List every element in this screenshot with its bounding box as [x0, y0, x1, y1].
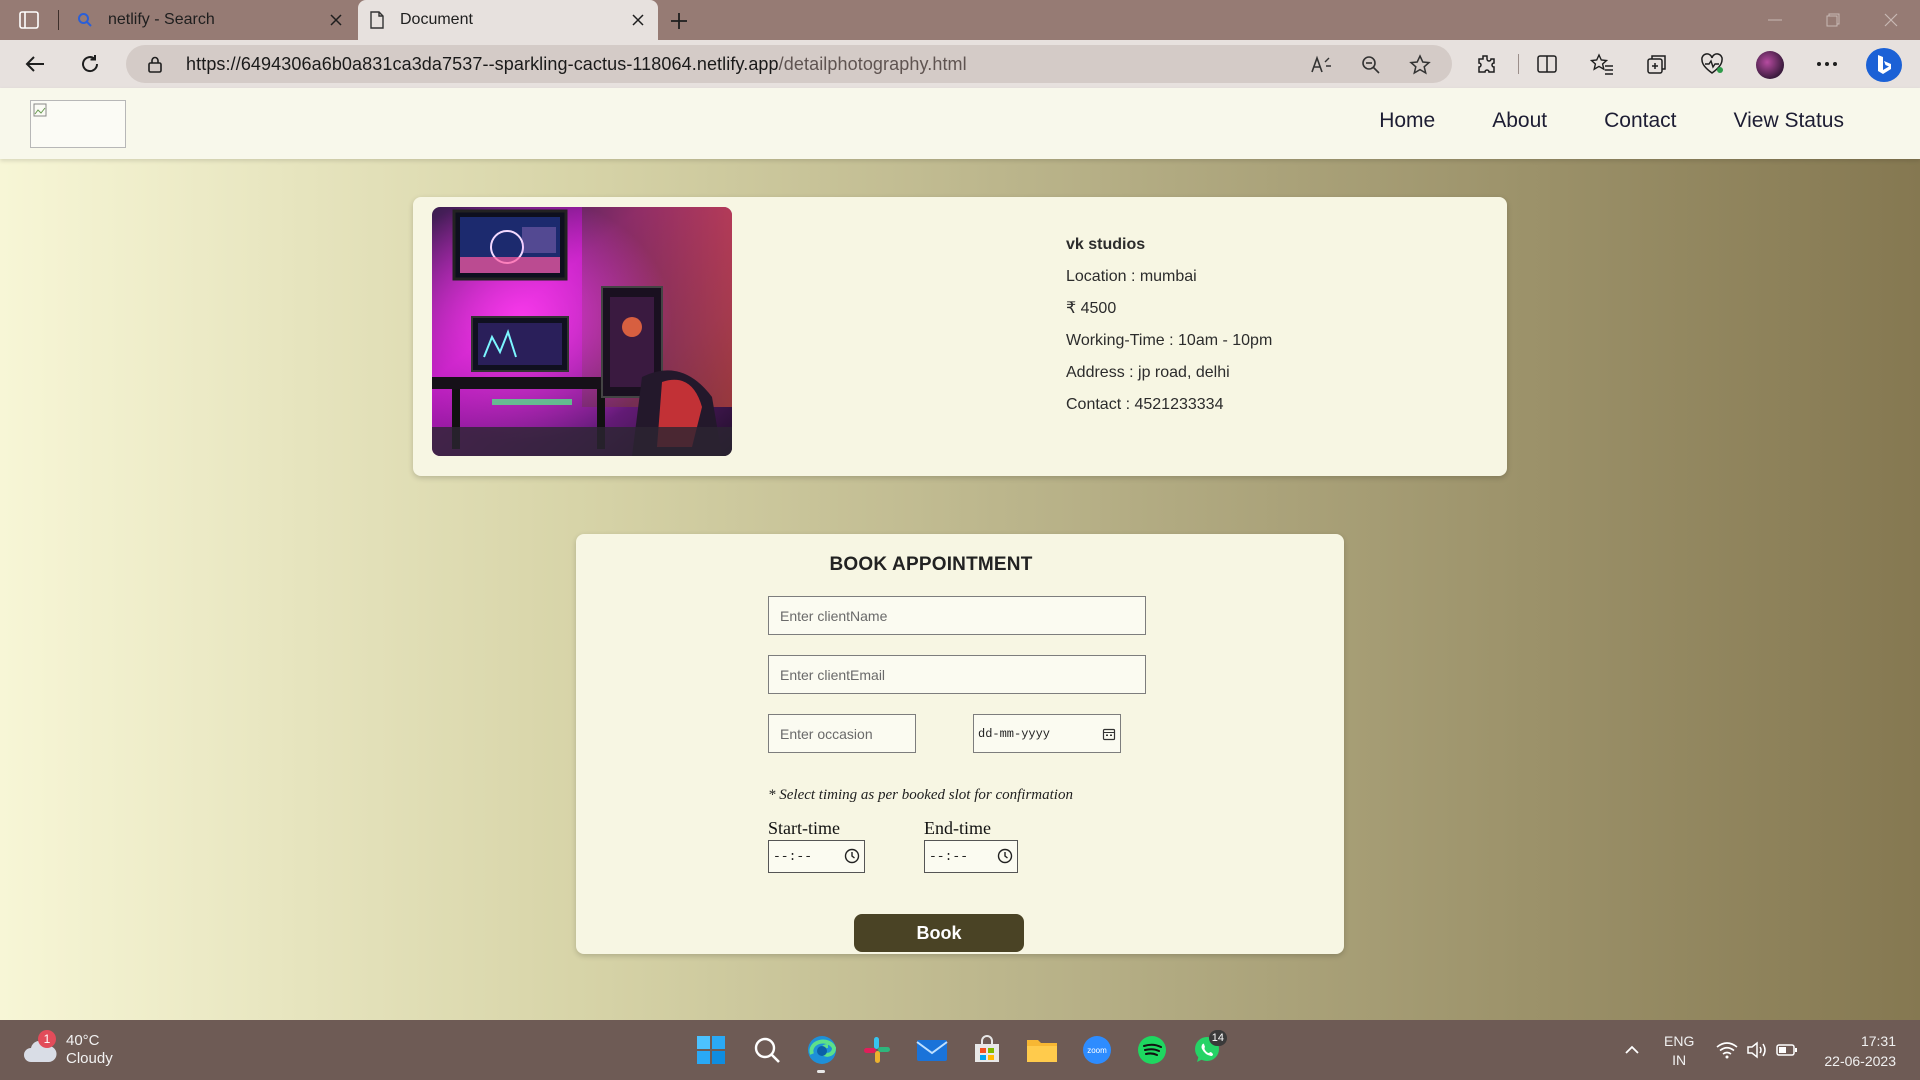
studio-location: Location : mumbai [1066, 268, 1197, 285]
region-code: IN [1672, 1052, 1687, 1068]
minimize-icon[interactable] [1762, 8, 1788, 32]
end-time-label: End-time [924, 818, 991, 838]
tab-divider [58, 10, 59, 30]
studio-photo [432, 207, 732, 456]
weather-temp: 40°C [66, 1032, 100, 1049]
slack-icon[interactable] [859, 1032, 895, 1068]
client-name-input[interactable] [768, 596, 1146, 635]
occasion-input[interactable] [768, 714, 916, 753]
collections-icon[interactable] [1645, 52, 1669, 76]
taskbar-search-icon[interactable] [749, 1032, 785, 1068]
url-text: https://6494306a6b0a831ca3da7537--sparkl… [186, 54, 967, 74]
broken-image-icon [33, 103, 47, 117]
zoom-icon[interactable] [1360, 54, 1382, 76]
spotify-icon[interactable] [1134, 1032, 1170, 1068]
tab-document[interactable]: Document [358, 0, 658, 40]
file-explorer-icon[interactable] [1024, 1032, 1060, 1068]
client-email-input[interactable] [768, 655, 1146, 694]
tab-actions-icon[interactable] [18, 9, 40, 31]
toolbar-divider [1518, 54, 1519, 74]
tab-label: netlify - Search [108, 11, 215, 28]
active-app-indicator [817, 1070, 825, 1073]
chevron-up-icon[interactable] [1620, 1038, 1644, 1062]
nav-contact-link[interactable]: Contact [1604, 109, 1676, 133]
restore-icon[interactable] [1820, 8, 1846, 32]
clock-date: 22-06-2023 [1824, 1053, 1896, 1069]
page-background: Home About Contact View Status vk studio… [0, 88, 1920, 1020]
close-icon[interactable] [322, 6, 350, 34]
whatsapp-icon[interactable]: 14 [1189, 1030, 1227, 1068]
whatsapp-badge: 14 [1208, 1030, 1227, 1046]
book-button[interactable]: Book [854, 914, 1024, 952]
weather-widget[interactable]: 1 40°C Cloudy [22, 1030, 113, 1068]
site-logo-broken-image[interactable] [30, 100, 126, 148]
windows-taskbar: 1 40°C Cloudy zoom 14 ENG IN 17:31 22-06… [0, 1020, 1920, 1080]
studio-address: Address : jp road, delhi [1066, 364, 1230, 381]
browser-toolbar: https://6494306a6b0a831ca3da7537--sparkl… [0, 40, 1920, 88]
booking-title: BOOK APPOINTMENT [829, 554, 1033, 575]
end-time-input[interactable]: --:-- [924, 840, 1018, 873]
split-screen-icon[interactable] [1535, 52, 1559, 76]
extensions-icon[interactable] [1474, 52, 1498, 76]
studio-price: ₹ 4500 [1066, 300, 1117, 317]
favorite-star-icon[interactable] [1409, 54, 1431, 76]
browser-tab-bar: netlify - Search Document [0, 0, 1920, 40]
studio-info: vk studios Location : mumbai ₹ 4500 Work… [1066, 235, 1272, 427]
nav-view-status-link[interactable]: View Status [1733, 109, 1844, 133]
clock-icon[interactable] [844, 848, 860, 864]
profile-avatar[interactable] [1756, 51, 1784, 79]
date-value: dd-mm-yyyy [978, 727, 1051, 741]
close-icon[interactable] [624, 6, 652, 34]
mail-icon[interactable] [914, 1032, 950, 1068]
nav-about-link[interactable]: About [1492, 109, 1547, 133]
calendar-icon[interactable] [1102, 727, 1116, 741]
edge-browser-icon[interactable] [804, 1032, 840, 1068]
address-bar[interactable]: https://6494306a6b0a831ca3da7537--sparkl… [126, 45, 1452, 83]
studio-details-card: vk studios Location : mumbai ₹ 4500 Work… [413, 197, 1507, 476]
language-indicator[interactable]: ENG IN [1664, 1032, 1694, 1070]
system-clock[interactable]: 17:31 22-06-2023 [1824, 1031, 1896, 1071]
weather-badge: 1 [38, 1030, 56, 1048]
document-icon [368, 11, 386, 29]
microsoft-store-icon[interactable] [969, 1032, 1005, 1068]
zoom-icon[interactable]: zoom [1079, 1032, 1115, 1068]
start-time-label: Start-time [768, 818, 840, 838]
start-time-input[interactable]: --:-- [768, 840, 865, 873]
more-options-icon[interactable] [1815, 52, 1839, 76]
lock-icon[interactable] [146, 55, 164, 73]
tab-netlify-search[interactable]: netlify - Search [66, 0, 356, 40]
nav-home-link[interactable]: Home [1379, 109, 1435, 133]
weather-desc: Cloudy [66, 1050, 113, 1067]
timing-note: * Select timing as per booked slot for c… [768, 787, 1073, 803]
studio-working-time: Working-Time : 10am - 10pm [1066, 332, 1273, 349]
language-code: ENG [1664, 1033, 1695, 1049]
new-tab-button[interactable] [666, 8, 692, 34]
site-navbar: Home About Contact View Status [0, 88, 1920, 159]
booking-form-card: BOOK APPOINTMENT dd-mm-yyyy * Select tim… [576, 534, 1344, 954]
clock-time: 17:31 [1860, 1033, 1896, 1049]
svg-text:zoom: zoom [1087, 1046, 1107, 1055]
search-icon [76, 11, 94, 29]
browser-essentials-icon[interactable] [1700, 52, 1724, 76]
studio-contact: Contact : 4521233334 [1066, 396, 1224, 413]
cloud-icon: 1 [22, 1030, 58, 1066]
date-input[interactable]: dd-mm-yyyy [973, 714, 1121, 753]
volume-icon[interactable] [1745, 1038, 1769, 1062]
read-aloud-icon[interactable] [1310, 54, 1332, 76]
refresh-icon[interactable] [75, 49, 105, 79]
clock-icon[interactable] [997, 848, 1013, 864]
site-nav-links: Home About Contact View Status [1379, 109, 1844, 133]
back-icon[interactable] [20, 49, 50, 79]
bing-chat-icon[interactable] [1866, 48, 1902, 82]
tab-label: Document [400, 11, 473, 28]
battery-icon[interactable] [1775, 1038, 1799, 1062]
studio-name: vk studios [1066, 236, 1146, 253]
end-time-value: --:-- [929, 849, 969, 864]
windows-start-icon[interactable] [693, 1032, 729, 1068]
favorites-icon[interactable] [1590, 52, 1614, 76]
wifi-icon[interactable] [1715, 1038, 1739, 1062]
window-close-icon[interactable] [1878, 8, 1904, 32]
start-time-value: --:-- [773, 849, 813, 864]
